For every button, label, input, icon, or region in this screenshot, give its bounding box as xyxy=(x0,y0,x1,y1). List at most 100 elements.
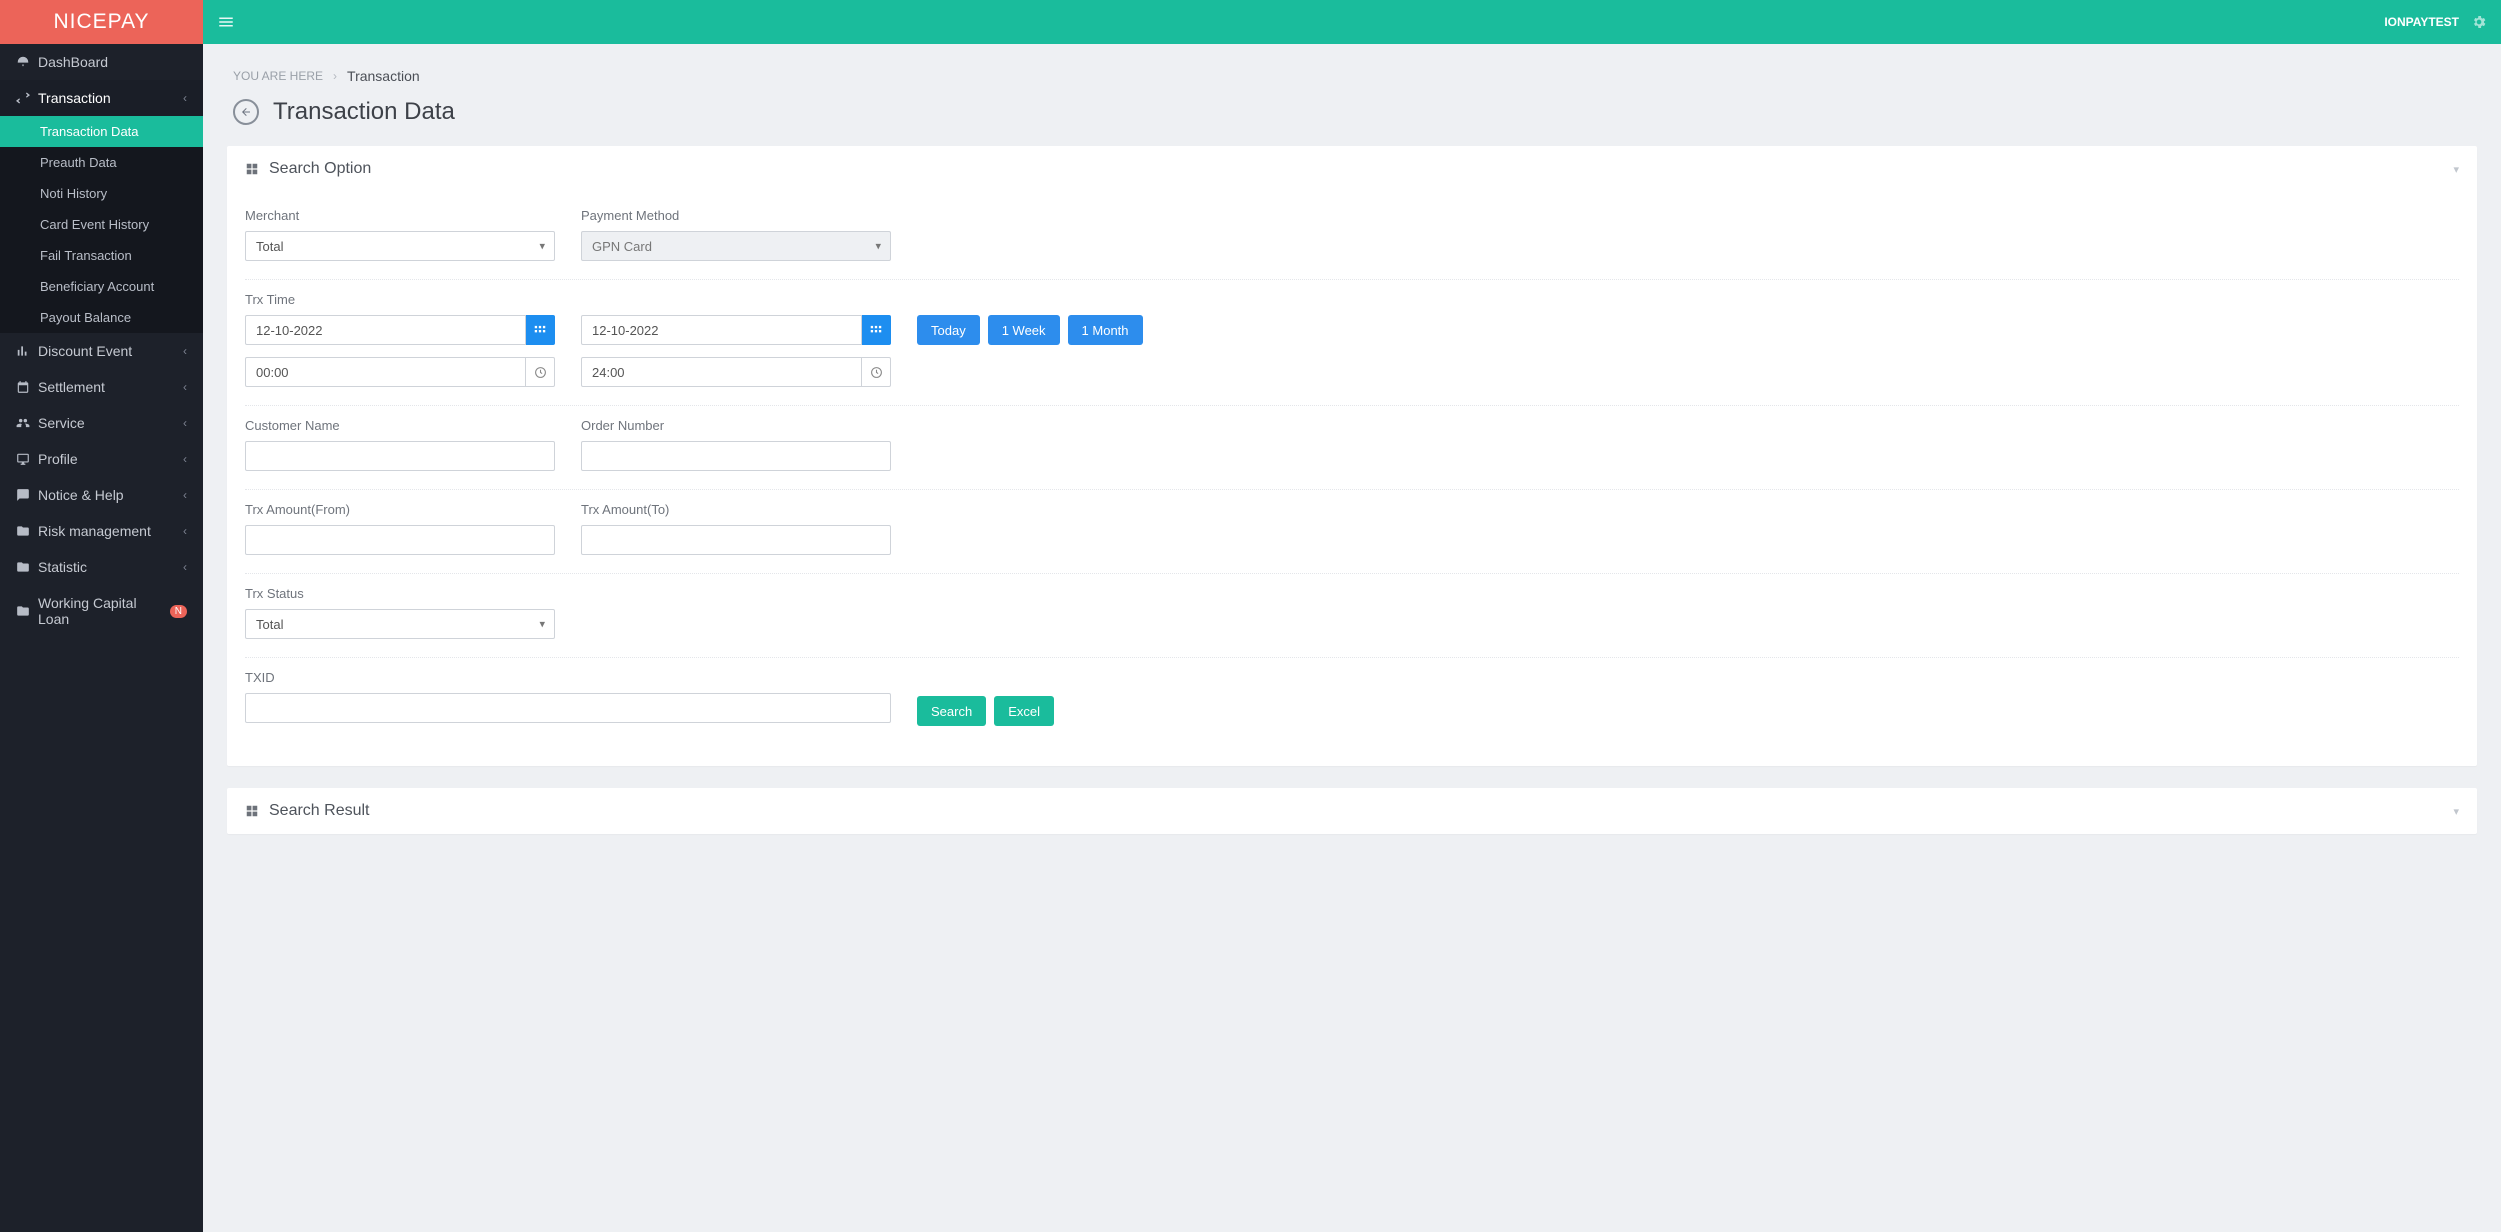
monitor-icon xyxy=(16,452,38,466)
subitem-transaction-data[interactable]: Transaction Data xyxy=(0,116,203,147)
chevron-left-icon: ‹ xyxy=(183,91,187,105)
transaction-submenu: Transaction Data Preauth Data Noti Histo… xyxy=(0,116,203,333)
one-month-button[interactable]: 1 Month xyxy=(1068,315,1143,345)
payment-method-label: Payment Method xyxy=(581,208,891,223)
sidebar-item-risk-management[interactable]: Risk management ‹ xyxy=(0,513,203,549)
subitem-payout-balance[interactable]: Payout Balance xyxy=(0,302,203,333)
search-button[interactable]: Search xyxy=(917,696,986,726)
payment-method-select[interactable] xyxy=(581,231,891,261)
chevron-left-icon: ‹ xyxy=(183,560,187,574)
order-number-input[interactable] xyxy=(581,441,891,471)
customer-name-label: Customer Name xyxy=(245,418,555,433)
sidebar-item-discount-event[interactable]: Discount Event ‹ xyxy=(0,333,203,369)
chevron-left-icon: ‹ xyxy=(183,452,187,466)
breadcrumb: YOU ARE HERE › Transaction xyxy=(233,68,2471,84)
sidebar-item-working-capital-loan[interactable]: Working Capital Loan N xyxy=(0,585,203,637)
chevron-left-icon: ‹ xyxy=(183,380,187,394)
chevron-down-icon[interactable]: ▾ xyxy=(2453,805,2459,818)
chevron-left-icon: ‹ xyxy=(183,416,187,430)
amount-to-label: Trx Amount(To) xyxy=(581,502,891,517)
excel-button[interactable]: Excel xyxy=(994,696,1054,726)
txid-label: TXID xyxy=(245,670,891,685)
dashboard-icon xyxy=(16,55,38,69)
sidebar-item-settlement[interactable]: Settlement ‹ xyxy=(0,369,203,405)
sidebar-item-notice-help[interactable]: Notice & Help ‹ xyxy=(0,477,203,513)
new-badge: N xyxy=(170,605,187,618)
main-nav: DashBoard Transaction ‹ Transaction Data… xyxy=(0,44,203,637)
subitem-beneficiary-account[interactable]: Beneficiary Account xyxy=(0,271,203,302)
chevron-left-icon: ‹ xyxy=(183,488,187,502)
trx-status-select[interactable] xyxy=(245,609,555,639)
back-button[interactable] xyxy=(233,99,259,125)
calendar-picker-icon[interactable] xyxy=(526,315,555,345)
grid-icon xyxy=(245,162,259,176)
date-from-input[interactable] xyxy=(245,315,526,345)
order-number-label: Order Number xyxy=(581,418,891,433)
breadcrumb-prefix: YOU ARE HERE xyxy=(233,69,323,83)
folder-icon xyxy=(16,560,38,574)
comment-icon xyxy=(16,488,38,502)
sidebar-item-label: Statistic xyxy=(38,559,183,575)
chart-bar-icon xyxy=(16,344,38,358)
sidebar-item-label: Profile xyxy=(38,451,183,467)
sidebar-item-statistic[interactable]: Statistic ‹ xyxy=(0,549,203,585)
sidebar-item-label: Risk management xyxy=(38,523,183,539)
date-to-input[interactable] xyxy=(581,315,862,345)
spacer-label xyxy=(581,292,891,307)
panel-title: Search Option xyxy=(269,160,371,178)
calendar-icon xyxy=(16,380,38,394)
spacer-label xyxy=(917,292,1143,307)
transaction-icon xyxy=(16,91,38,105)
menu-toggle-icon[interactable] xyxy=(217,13,235,31)
sidebar-item-label: Transaction xyxy=(38,90,183,106)
merchant-select[interactable] xyxy=(245,231,555,261)
main-area: IONPAYTEST YOU ARE HERE › Transaction Tr… xyxy=(203,0,2501,1232)
page-title: Transaction Data xyxy=(273,98,455,126)
subitem-fail-transaction[interactable]: Fail Transaction xyxy=(0,240,203,271)
today-button[interactable]: Today xyxy=(917,315,980,345)
sidebar-item-label: Settlement xyxy=(38,379,183,395)
sidebar-item-dashboard[interactable]: DashBoard xyxy=(0,44,203,80)
search-result-panel: Search Result ▾ xyxy=(227,788,2477,834)
amount-from-input[interactable] xyxy=(245,525,555,555)
users-icon xyxy=(16,416,38,430)
settings-icon[interactable] xyxy=(2471,14,2487,30)
chevron-left-icon: ‹ xyxy=(183,344,187,358)
calendar-picker-icon[interactable] xyxy=(862,315,891,345)
merchant-label: Merchant xyxy=(245,208,555,223)
sidebar-item-label: DashBoard xyxy=(38,54,187,70)
one-week-button[interactable]: 1 Week xyxy=(988,315,1060,345)
breadcrumb-current: Transaction xyxy=(347,68,420,84)
current-user[interactable]: IONPAYTEST xyxy=(2384,15,2459,29)
time-to-input[interactable] xyxy=(581,357,862,387)
clock-icon[interactable] xyxy=(526,357,555,387)
sidebar: NICEPAY DashBoard Transaction ‹ Transact… xyxy=(0,0,203,1232)
folder-icon xyxy=(16,604,38,618)
amount-from-label: Trx Amount(From) xyxy=(245,502,555,517)
amount-to-input[interactable] xyxy=(581,525,891,555)
chevron-right-icon: › xyxy=(333,69,337,83)
sidebar-item-label: Notice & Help xyxy=(38,487,183,503)
subitem-card-event-history[interactable]: Card Event History xyxy=(0,209,203,240)
sidebar-item-label: Discount Event xyxy=(38,343,183,359)
topbar: IONPAYTEST xyxy=(203,0,2501,44)
search-option-panel: Search Option ▾ Merchant Payment Method xyxy=(227,146,2477,766)
time-from-input[interactable] xyxy=(245,357,526,387)
chevron-down-icon[interactable]: ▾ xyxy=(2453,163,2459,176)
sidebar-item-profile[interactable]: Profile ‹ xyxy=(0,441,203,477)
chevron-left-icon: ‹ xyxy=(183,524,187,538)
sidebar-item-service[interactable]: Service ‹ xyxy=(0,405,203,441)
content: YOU ARE HERE › Transaction Transaction D… xyxy=(203,44,2501,896)
trx-time-label: Trx Time xyxy=(245,292,555,307)
trx-status-label: Trx Status xyxy=(245,586,555,601)
grid-icon xyxy=(245,804,259,818)
sidebar-item-label: Working Capital Loan xyxy=(38,595,164,627)
clock-icon[interactable] xyxy=(862,357,891,387)
brand-logo[interactable]: NICEPAY xyxy=(0,0,203,44)
sidebar-item-transaction[interactable]: Transaction ‹ xyxy=(0,80,203,116)
subitem-preauth-data[interactable]: Preauth Data xyxy=(0,147,203,178)
txid-input[interactable] xyxy=(245,693,891,723)
folder-icon xyxy=(16,524,38,538)
customer-name-input[interactable] xyxy=(245,441,555,471)
subitem-noti-history[interactable]: Noti History xyxy=(0,178,203,209)
